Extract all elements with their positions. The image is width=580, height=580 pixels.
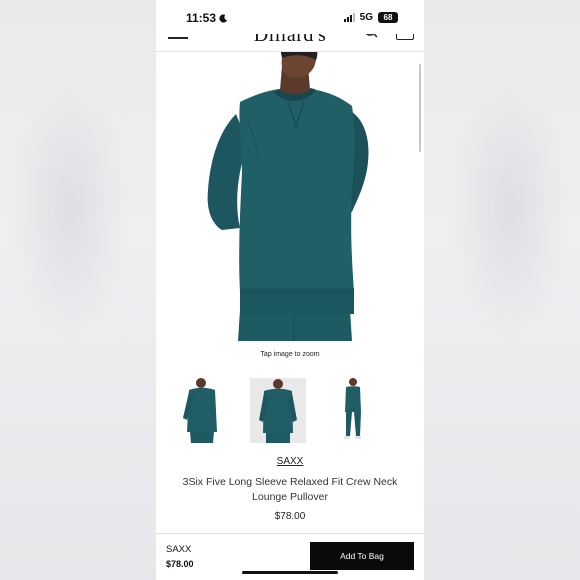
- thumbnail-3[interactable]: [324, 378, 380, 443]
- thumbnail-2-image: [259, 379, 297, 443]
- network-label: 5G: [359, 12, 373, 23]
- scrollbar[interactable]: [419, 64, 421, 152]
- product-main-image[interactable]: [156, 52, 424, 341]
- product-brand-link[interactable]: SAXX: [156, 456, 424, 467]
- product-price: $78.00: [274, 511, 306, 522]
- thumbnail-3-image: [344, 378, 361, 439]
- background-left: [0, 0, 156, 580]
- thumbnail-2-selected[interactable]: [250, 378, 306, 443]
- product-title: 3Six Five Long Sleeve Relaxed Fit Crew N…: [182, 476, 398, 503]
- thumbnail-strip: [156, 378, 424, 444]
- add-to-bag-button[interactable]: Add To Bag: [310, 542, 414, 570]
- home-indicator[interactable]: [242, 571, 338, 574]
- status-time: 11:53: [186, 11, 228, 25]
- phone-screen: 11:53 5G 68 Dillard's Tap image to zoom …: [156, 0, 424, 580]
- sticky-brand: SAXX: [166, 544, 192, 555]
- battery-level: 68: [383, 13, 393, 22]
- thumbnail-1-image: [183, 378, 217, 443]
- sticky-price: $78.00: [166, 559, 194, 569]
- signal-icon: [343, 13, 355, 22]
- moon-icon: [219, 13, 228, 23]
- time-label: 11:53: [186, 11, 217, 25]
- thumbnail-1[interactable]: [175, 378, 231, 443]
- battery-icon: 68: [378, 12, 398, 23]
- background-right: [424, 0, 580, 580]
- status-bar: 11:53 5G 68: [156, 0, 424, 34]
- zoom-hint: Tap image to zoom: [260, 351, 320, 358]
- status-indicators: 5G 68: [343, 12, 398, 23]
- model-illustration: [207, 52, 369, 341]
